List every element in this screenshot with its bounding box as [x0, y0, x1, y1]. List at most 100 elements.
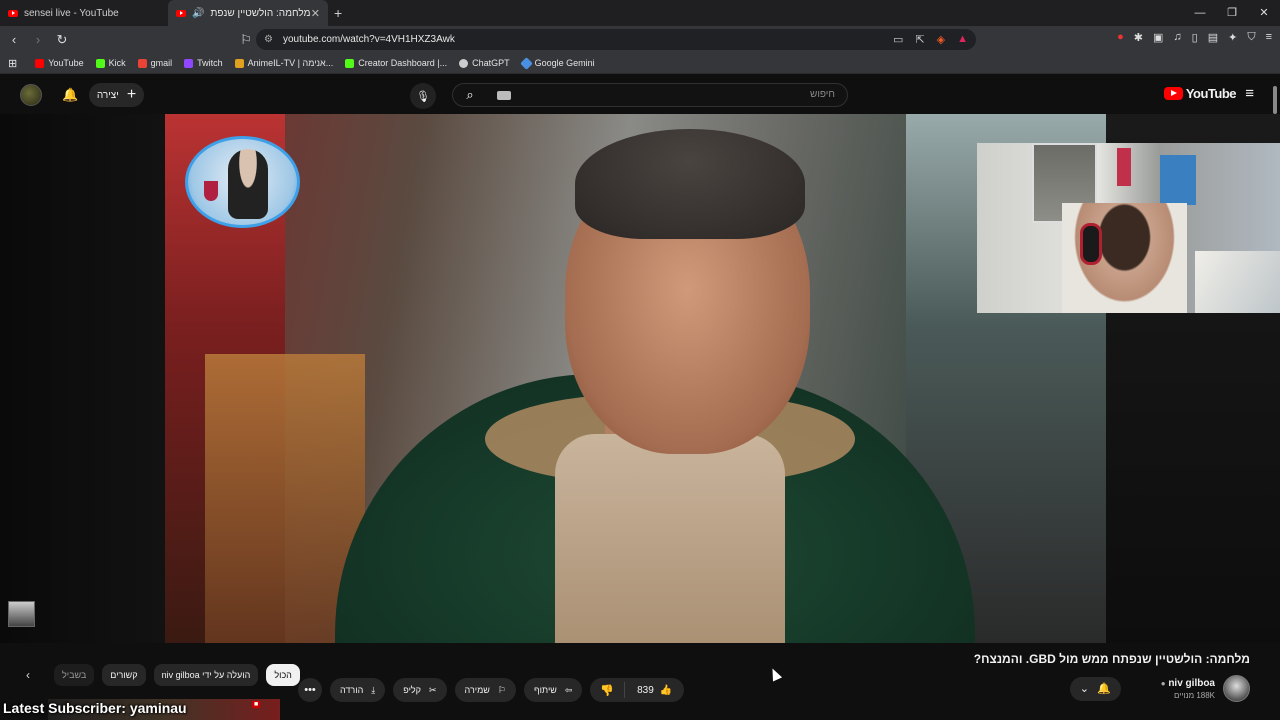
new-tab-button[interactable]: +: [334, 5, 342, 21]
search-box[interactable]: ⌕ חיפוש: [452, 83, 848, 107]
bookmark-creator-dashboard[interactable]: Creator Dashboard |...: [345, 58, 447, 68]
video-player[interactable]: [165, 114, 1106, 643]
kick-icon: [95, 58, 105, 68]
player-left-background: [0, 114, 165, 643]
extensions-puzzle-icon[interactable]: ✱: [1134, 31, 1143, 44]
download-button[interactable]: הורדה ⤓: [330, 678, 386, 702]
speaker-icon: 🔊: [192, 7, 205, 19]
subscription-bell-button[interactable]: ⌄ 🔔: [1069, 676, 1121, 701]
youtube-favicon-icon: [8, 9, 18, 17]
webcam-poster-blue: [1160, 155, 1196, 205]
chip-related[interactable]: קשורים: [102, 664, 146, 686]
chip-4[interactable]: בשביל: [54, 664, 95, 686]
bell-icon: 🔔: [1097, 683, 1111, 695]
plus-icon: +: [126, 86, 137, 103]
watermark-figure: [228, 149, 268, 219]
url-text: youtube.com/watch?v=4VH1HXZ3Awk: [282, 34, 455, 45]
apps-grid-icon[interactable]: ⊞: [8, 57, 17, 70]
verified-icon: ●: [1160, 678, 1166, 688]
like-button[interactable]: 839 👍: [625, 685, 684, 696]
youtube-icon: [35, 58, 45, 68]
save-button[interactable]: שמירה ⚐: [454, 678, 516, 702]
maximize-button[interactable]: ❐: [1216, 0, 1248, 26]
bookmark-icon: ⚐: [497, 684, 506, 695]
url-bar[interactable]: ⚙ youtube.com/watch?v=4VH1HXZ3Awk ▭ ⇱ ◈ …: [256, 29, 976, 50]
site-info-icon[interactable]: ⚙: [264, 34, 273, 45]
search-placeholder: חיפוש: [810, 89, 835, 100]
vpn-shield-icon[interactable]: ⛉: [1247, 31, 1255, 44]
wallet-icon[interactable]: ▤: [1208, 31, 1218, 44]
leo-ai-icon[interactable]: ✦: [1228, 31, 1237, 44]
dislike-icon[interactable]: 👎: [590, 682, 626, 698]
channel-info: ⌄ 🔔 ● niv gilboa 188K מנויים: [1069, 675, 1250, 702]
channel-watermark-logo: [185, 136, 300, 228]
menu-icon[interactable]: ≡: [1266, 31, 1272, 44]
clip-button[interactable]: קליפ ✂: [393, 678, 447, 702]
create-button[interactable]: יצירה +: [89, 83, 144, 107]
bookmark-gmail[interactable]: gmail: [137, 58, 172, 68]
chips-scroll-left-icon[interactable]: ‹: [26, 668, 46, 682]
like-count: 839: [637, 684, 654, 696]
guide-menu-icon[interactable]: ≡: [1245, 85, 1254, 102]
bookmark-twitch[interactable]: Twitch: [184, 58, 223, 68]
bookmark-animeil[interactable]: AnimeIL-TV | אנימה...: [234, 58, 333, 68]
video-person-shirt: [555, 434, 785, 643]
like-icon: 👍: [659, 684, 673, 696]
tab-sensei-live[interactable]: sensei live - YouTube: [0, 0, 168, 26]
reload-button[interactable]: ↻: [52, 32, 72, 48]
notifications-bell-icon[interactable]: 🔔: [62, 87, 78, 103]
share-page-icon[interactable]: ⇱: [915, 33, 924, 46]
voice-search-icon[interactable]: 🎙: [410, 83, 436, 109]
kick-icon: [345, 58, 355, 68]
watermark-wine-glass: [204, 181, 218, 201]
bookmark-gemini[interactable]: Google Gemini: [519, 56, 595, 70]
screenshot-icon[interactable]: ▣: [1153, 31, 1163, 44]
gmail-icon: [137, 58, 147, 68]
share-button[interactable]: שיתוף ⇦: [523, 678, 583, 702]
video-person-hair: [575, 129, 805, 239]
close-window-button[interactable]: ✕: [1248, 0, 1280, 26]
music-icon[interactable]: ♫: [1173, 31, 1181, 44]
tab-label: מלחמה: הולשטיין שנפתח ממ...: [210, 7, 311, 19]
account-avatar[interactable]: [20, 84, 42, 106]
live-badge: ■: [252, 701, 261, 708]
download-icon: ⤓: [371, 684, 376, 695]
bookmark-page-icon[interactable]: ⚐: [236, 32, 256, 48]
chip-all[interactable]: הכול: [266, 664, 300, 686]
bookmark-youtube[interactable]: YouTube: [35, 58, 84, 68]
bookmark-chatgpt[interactable]: ChatGPT: [459, 58, 510, 68]
youtube-logo-text: YouTube: [1185, 86, 1237, 101]
more-actions-icon[interactable]: •••: [298, 678, 322, 702]
channel-text: ● niv gilboa 188K מנויים: [1161, 678, 1215, 700]
keyboard-icon[interactable]: [497, 91, 511, 100]
page-scrollbar[interactable]: [1273, 86, 1277, 114]
back-button[interactable]: ‹: [4, 32, 24, 47]
sidebar-icon[interactable]: ▯: [1192, 31, 1198, 44]
bookmarks-bar: ⊞ YouTube Kick gmail Twitch AnimeIL-TV |…: [0, 53, 1280, 74]
minimize-button[interactable]: —: [1184, 0, 1216, 26]
bookmark-kick[interactable]: Kick: [95, 58, 126, 68]
cast-icon[interactable]: ▭: [893, 33, 903, 46]
youtube-logo[interactable]: YouTube: [1163, 86, 1237, 101]
tab-label: sensei live - YouTube: [24, 7, 119, 19]
share-icon: ⇦: [564, 684, 573, 695]
subscriber-count: 188K מנויים: [1173, 690, 1215, 700]
chip-uploaded-by[interactable]: הועלה על ידי niv gilboa: [153, 664, 259, 686]
tab-active-video[interactable]: 🔊 מלחמה: הולשטיין שנפתח ממ... ✕: [168, 0, 328, 26]
extension-red-icon[interactable]: ●: [1117, 31, 1124, 44]
like-dislike-group: 👎 839 👍: [590, 678, 685, 702]
mini-thumbnail[interactable]: [8, 601, 35, 627]
video-title: מלחמה: הולשטיין שנפתח ממש מול GBD. והמנצ…: [973, 652, 1250, 666]
search-icon[interactable]: ⌕: [453, 84, 487, 106]
webcam-poster-red: [1117, 148, 1131, 186]
brave-shield-icon[interactable]: ◈: [937, 33, 945, 46]
rewards-icon[interactable]: ▲: [957, 33, 968, 46]
create-label: יצירה: [96, 89, 119, 101]
close-tab-icon[interactable]: ✕: [311, 7, 320, 20]
scissors-icon: ✂: [429, 684, 437, 695]
chatgpt-icon: [459, 58, 469, 68]
webcam-headset: [1080, 223, 1102, 265]
channel-name[interactable]: ● niv gilboa: [1161, 678, 1215, 689]
channel-avatar[interactable]: [1223, 675, 1250, 702]
forward-button[interactable]: ›: [28, 32, 48, 47]
